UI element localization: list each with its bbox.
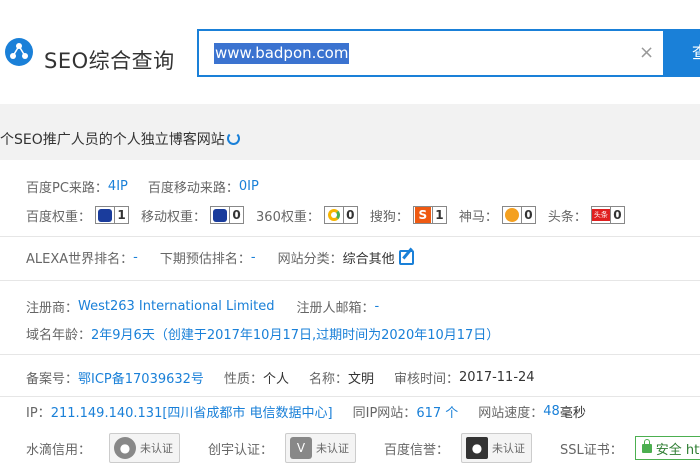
divider <box>0 280 700 281</box>
360-icon <box>327 209 340 221</box>
header: SEO综合查询 www.badpon.com × 查 <box>0 0 700 104</box>
divider <box>0 236 700 237</box>
category-label: 网站分类： <box>277 251 343 267</box>
weight-label: 移动权重： <box>141 209 207 225</box>
weight-label: 百度权重： <box>26 209 92 225</box>
mobile-weight-badge[interactable]: 0 <box>210 206 245 224</box>
audit-value: 2017-11-24 <box>459 369 535 385</box>
app-title: SEO综合查询 <box>44 49 175 73</box>
shenma-weight-badge[interactable]: 0 <box>501 206 536 224</box>
speed-label: 网站速度： <box>478 405 544 421</box>
divider <box>0 396 700 397</box>
baidu-paw-icon <box>98 208 113 222</box>
logo-icon <box>5 38 33 66</box>
baidu-paw-icon: ● <box>466 437 489 459</box>
chuangyu-status: 未认证 <box>316 442 350 455</box>
weights-row: 百度权重： 1 移动权重： 0 360权重： 0 搜狗： S1 神马： 0 头条… <box>26 204 637 226</box>
chuangyu-v-icon: V <box>290 437 313 459</box>
nature-label: 性质： <box>223 371 263 387</box>
baidu-weight-badge[interactable]: 1 <box>95 206 130 224</box>
traffic-row: 百度PC来路： 4IP 百度移动来路： 0IP <box>26 175 259 197</box>
weight-value: 0 <box>342 207 357 223</box>
clear-icon[interactable]: × <box>639 44 654 62</box>
shuidi-cert-badge[interactable]: ● 未认证 <box>109 433 181 463</box>
toutiao-weight-badge[interactable]: 头条 0 <box>590 206 625 224</box>
registrar-label: 注册商： <box>26 300 79 316</box>
domain-age-value[interactable]: 2年9月6天（创建于2017年10月17日,过期时间为2020年10月17日） <box>91 324 499 343</box>
baidu-credit-label: 百度信誉： <box>384 442 450 458</box>
speed-unit: 毫秒 <box>559 405 586 421</box>
sogou-icon: S <box>414 207 431 223</box>
weight-label: 神马： <box>458 209 498 225</box>
chuangyu-cert-badge[interactable]: V 未认证 <box>285 433 357 463</box>
chuangyu-label: 创宇认证： <box>208 442 274 458</box>
lock-icon <box>641 438 652 453</box>
ip-row: IP： 211.149.140.131[四川省成都市 电信数据中心] 同IP网站… <box>26 400 586 422</box>
alexa-rank-value[interactable]: - <box>133 250 138 265</box>
search-button[interactable]: 查 <box>664 29 700 77</box>
weight-label: 360权重： <box>256 209 320 225</box>
next-rank-label: 下期预估排名： <box>159 251 251 267</box>
alexa-rank-label: ALEXA世界排名： <box>26 251 134 267</box>
name-value: 文明 <box>347 371 374 387</box>
baidu-paw-icon <box>213 208 228 222</box>
ssl-label: SSL证书： <box>560 442 623 458</box>
icp-value[interactable]: 鄂ICP备17039632号 <box>78 368 204 387</box>
ip-value[interactable]: 211.149.140.131[四川省成都市 电信数据中心] <box>51 402 333 421</box>
weight-label: 搜狗： <box>369 209 409 225</box>
site-tagline: 个SEO推广人员的个人独立博客网站 <box>0 129 240 149</box>
mobile-traffic-label: 百度移动来路： <box>147 180 239 196</box>
shuidi-status: 未认证 <box>140 442 174 455</box>
audit-label: 审核时间： <box>394 371 460 387</box>
weight-value: 0 <box>229 207 243 223</box>
water-drop-icon: ● <box>114 437 137 459</box>
alexa-row: ALEXA世界排名： - 下期预估排名： - 网站分类： 综合其他 <box>26 246 414 268</box>
nature-value: 个人 <box>262 371 289 387</box>
tagline-text: 个SEO推广人员的个人独立博客网站 <box>0 132 225 148</box>
credit-row: 水滴信用： ● 未认证 创宇认证： V 未认证 百度信誉： ● 未认证 SSL证… <box>26 432 700 464</box>
ssl-badge[interactable]: 安全 http <box>634 436 700 460</box>
search-input[interactable]: www.badpon.com <box>214 43 350 64</box>
divider <box>0 354 700 355</box>
ssl-value: 安全 http <box>655 442 700 458</box>
domain-age-label: 域名年龄： <box>26 327 92 343</box>
weight-label: 头条： <box>547 209 587 225</box>
search-box[interactable]: www.badpon.com × <box>197 29 665 77</box>
shenma-icon <box>504 208 519 222</box>
speed-value: 48 <box>543 403 560 419</box>
email-label: 注册人邮箱： <box>296 300 375 316</box>
seo-info-panel: 百度PC来路： 4IP 百度移动来路： 0IP 百度权重： 1 移动权重： 0 … <box>0 160 700 470</box>
domain-age-row: 域名年龄： 2年9月6天（创建于2017年10月17日,过期时间为2020年10… <box>26 322 499 344</box>
icp-label: 备案号： <box>26 371 79 387</box>
baidu-credit-badge[interactable]: ● 未认证 <box>461 433 533 463</box>
toutiao-icon: 头条 <box>591 209 610 221</box>
pc-traffic-value[interactable]: 4IP <box>108 179 128 194</box>
weight-value: 1 <box>114 207 128 223</box>
refresh-icon[interactable] <box>226 132 240 145</box>
mobile-traffic-value[interactable]: 0IP <box>239 179 259 194</box>
baidu-credit-status: 未认证 <box>492 442 526 455</box>
sogou-weight-badge[interactable]: S1 <box>412 206 447 224</box>
edit-icon[interactable] <box>398 249 414 265</box>
pc-traffic-label: 百度PC来路： <box>26 180 108 196</box>
same-ip-label: 同IP网站： <box>352 405 417 421</box>
name-label: 名称： <box>308 371 348 387</box>
next-rank-value[interactable]: - <box>251 250 256 265</box>
registrar-value[interactable]: West263 International Limited <box>78 299 275 314</box>
email-value[interactable]: - <box>375 299 380 314</box>
registrar-row: 注册商： West263 International Limited 注册人邮箱… <box>26 295 379 317</box>
weight-value: 0 <box>520 207 535 223</box>
ip-label: IP： <box>26 405 51 421</box>
weight-value: 0 <box>609 207 624 223</box>
icp-row: 备案号： 鄂ICP备17039632号 性质： 个人 名称： 文明 审核时间： … <box>26 366 535 388</box>
weight-value: 1 <box>431 207 446 223</box>
same-ip-value[interactable]: 617 个 <box>416 402 458 421</box>
360-weight-badge[interactable]: 0 <box>323 206 358 224</box>
shuidi-label: 水滴信用： <box>26 442 92 458</box>
category-value: 综合其他 <box>342 251 395 267</box>
